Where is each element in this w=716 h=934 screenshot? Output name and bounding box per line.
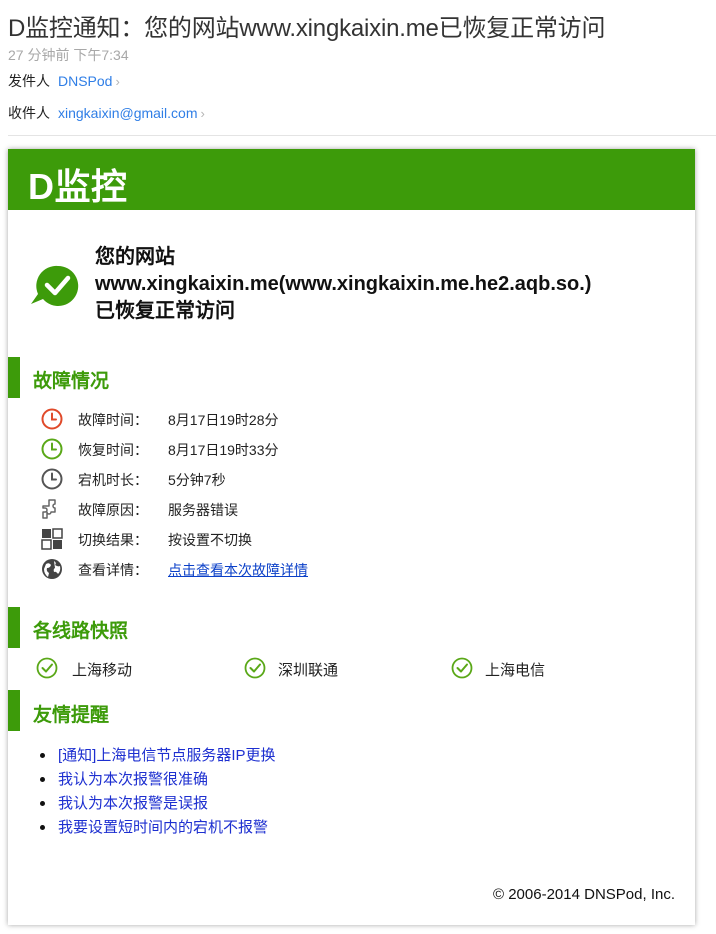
section-marker <box>8 357 20 398</box>
chevron-right-icon[interactable]: › <box>115 74 119 89</box>
brand-bar: D监控 <box>8 149 695 210</box>
globe-icon <box>42 559 62 579</box>
grid-icon <box>41 528 63 550</box>
tips-section-title: 友情提醒 <box>33 705 110 726</box>
line-name: 上海移动 <box>72 662 133 679</box>
check-circle-icon <box>36 657 58 679</box>
line-name: 上海电信 <box>485 662 546 679</box>
tip-link[interactable]: [通知]上海电信节点服务器IP更换 <box>38 744 276 768</box>
tip-link[interactable]: 我认为本次报警很准确 <box>38 768 276 792</box>
detail-value: 服务器错误 <box>168 502 238 518</box>
fault-section-title: 故障情况 <box>33 371 110 392</box>
detail-value: 按设置不切换 <box>168 532 252 548</box>
detail-label: 恢复时间： <box>78 442 148 458</box>
mail-subject: D监控通知：您的网站www.xingkaixin.me已恢复正常访问 <box>8 15 606 42</box>
puzzle-icon <box>42 499 56 519</box>
tips-list: [通知]上海电信节点服务器IP更换 我认为本次报警很准确 我认为本次报警是误报 … <box>38 744 276 840</box>
section-marker <box>8 690 20 731</box>
tip-link[interactable]: 我认为本次报警是误报 <box>38 792 276 816</box>
detail-value: 5分钟7秒 <box>168 472 226 488</box>
fault-details-link[interactable]: 点击查看本次故障详情 <box>168 560 308 580</box>
header-divider <box>8 135 716 136</box>
detail-label: 宕机时长： <box>78 472 148 488</box>
clock-red-icon <box>41 408 63 430</box>
sender-link[interactable]: DNSPod <box>58 73 112 89</box>
clock-gray-icon <box>41 468 63 490</box>
detail-label: 切换结果： <box>78 532 148 548</box>
detail-value: 8月17日19时28分 <box>168 412 279 428</box>
sender-row: 发件人 DNSPod › <box>8 71 120 91</box>
detail-value: 8月17日19时33分 <box>168 442 279 458</box>
status-message: 您的网站 www.xingkaixin.me(www.xingkaixin.me… <box>95 244 591 325</box>
detail-label: 故障时间： <box>78 412 148 428</box>
check-bubble-icon <box>31 265 79 306</box>
recipient-label: 收件人 <box>8 105 50 121</box>
status-line: 已恢复正常访问 <box>95 300 235 322</box>
detail-label: 故障原因： <box>78 502 148 518</box>
notification-card: D监控 您的网站 www.xingkaixin.me(www.xingkaixi… <box>8 149 695 925</box>
lines-section-title: 各线路快照 <box>33 621 129 642</box>
recipient-link[interactable]: xingkaixin@gmail.com <box>58 105 197 121</box>
copyright: © 2006-2014 DNSPod, Inc. <box>493 886 675 903</box>
mail-timestamp: 27 分钟前 下午7:34 <box>8 47 129 63</box>
sender-label: 发件人 <box>8 73 50 89</box>
section-marker <box>8 607 20 648</box>
status-line: 您的网站 <box>95 246 175 268</box>
check-circle-icon <box>451 657 473 679</box>
clock-green-icon <box>41 438 63 460</box>
chevron-right-icon[interactable]: › <box>200 106 204 121</box>
recipient-row: 收件人 xingkaixin@gmail.com › <box>8 103 205 123</box>
status-line: www.xingkaixin.me(www.xingkaixin.me.he2.… <box>95 273 592 295</box>
line-name: 深圳联通 <box>278 662 339 679</box>
tip-link[interactable]: 我要设置短时间内的宕机不报警 <box>38 816 276 840</box>
brand-logo: D监控 <box>28 166 128 207</box>
detail-label: 查看详情： <box>78 562 148 578</box>
check-circle-icon <box>244 657 266 679</box>
